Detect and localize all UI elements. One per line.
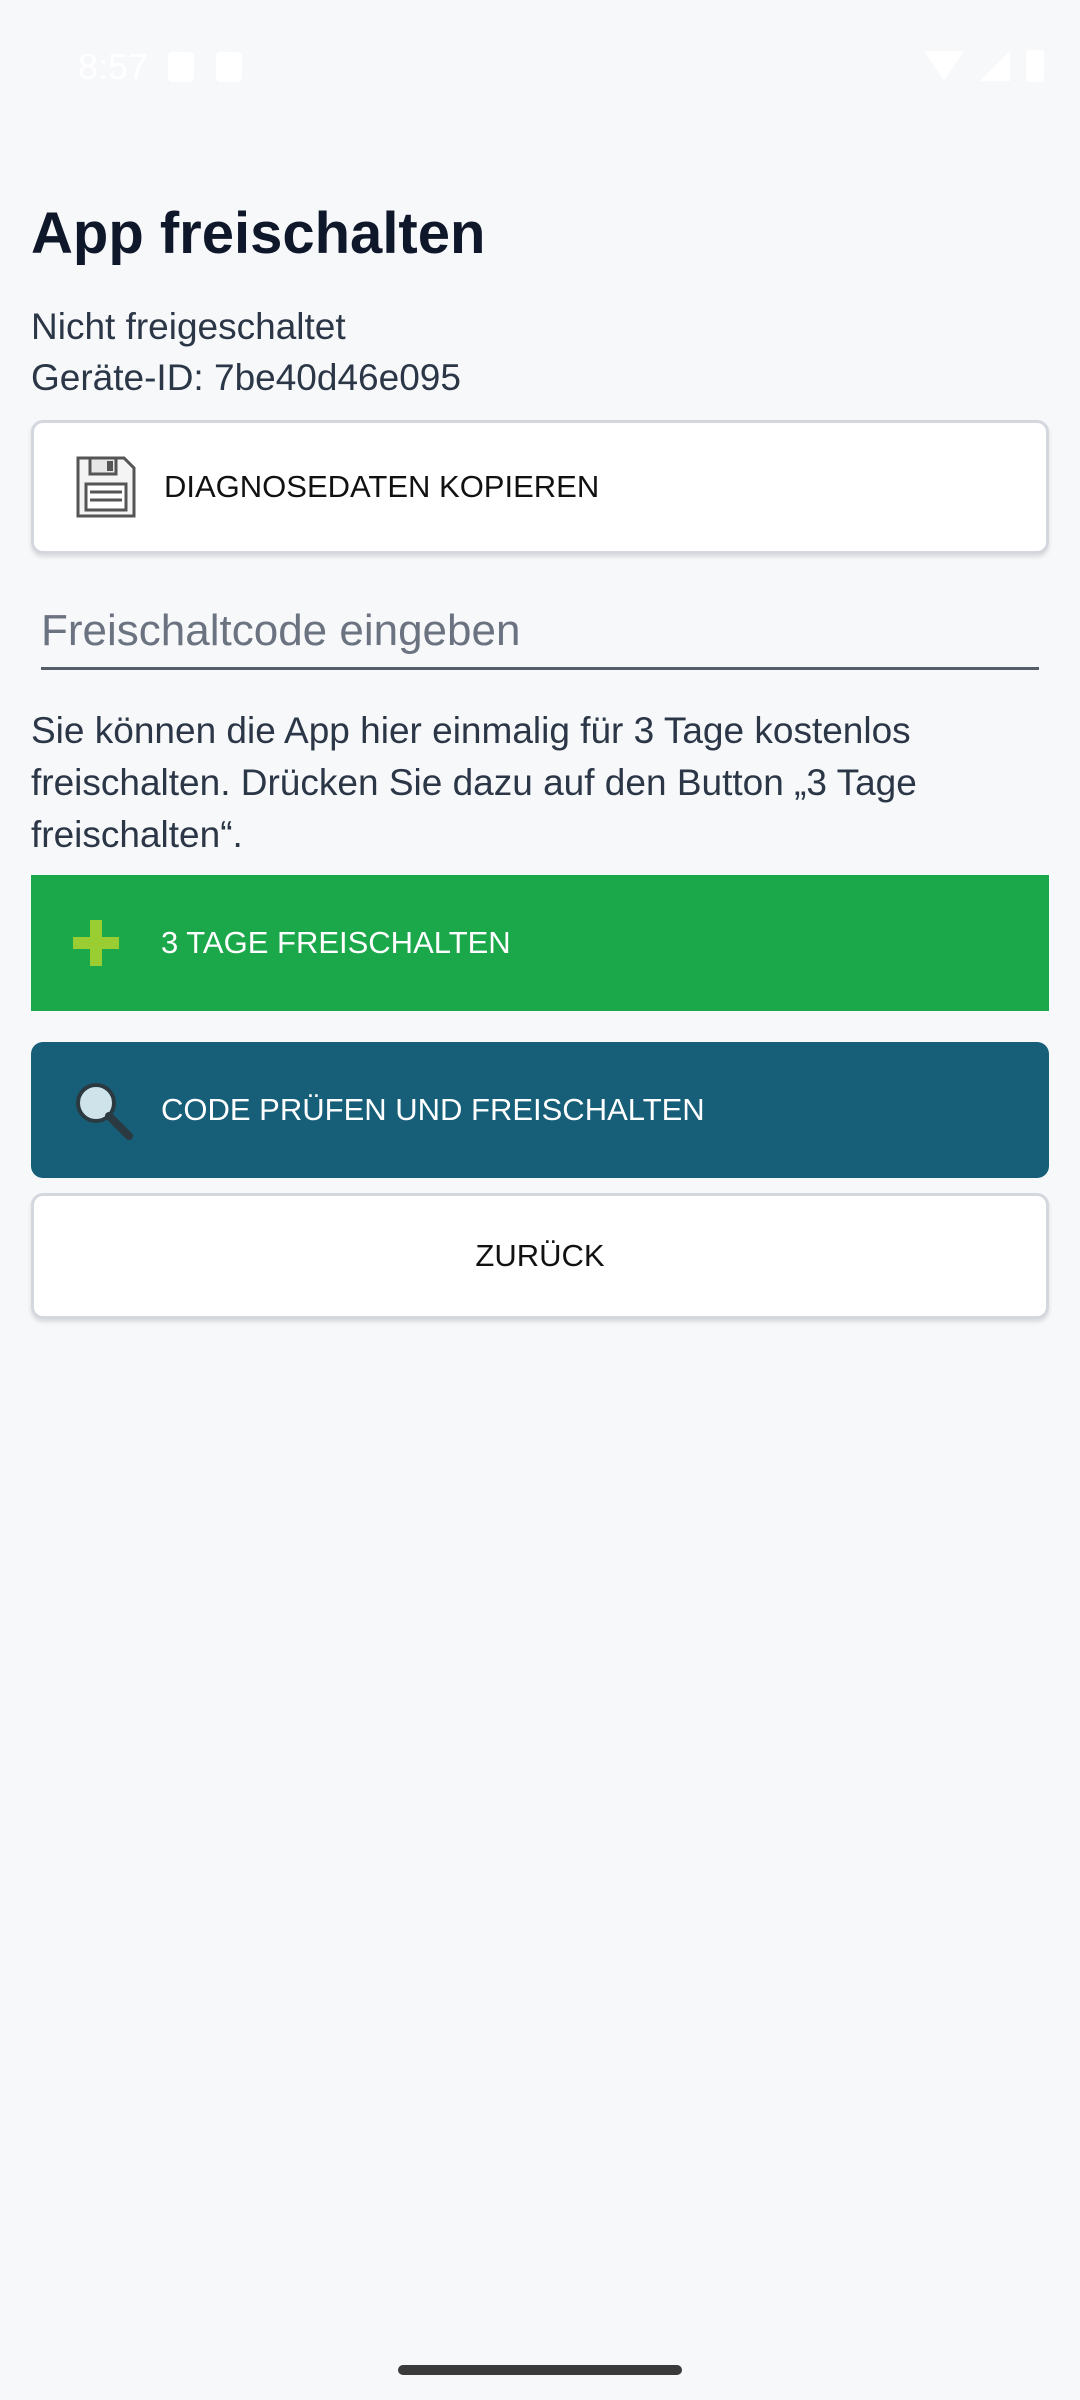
trial-unlock-label: 3 TAGE FREISCHALTEN bbox=[161, 925, 511, 960]
battery-icon bbox=[1026, 50, 1044, 82]
notification-icon bbox=[216, 52, 242, 82]
unlock-status: Nicht freigeschaltet bbox=[31, 306, 346, 347]
device-id: Geräte-ID: 7be40d46e095 bbox=[31, 357, 461, 398]
home-indicator[interactable] bbox=[398, 2365, 682, 2375]
unlock-code-input[interactable] bbox=[41, 595, 1039, 670]
magnifier-icon bbox=[71, 1078, 135, 1142]
page-title: App freischalten bbox=[31, 201, 486, 266]
back-button[interactable]: ZURÜCK bbox=[31, 1193, 1049, 1319]
back-label: ZURÜCK bbox=[475, 1238, 605, 1273]
notification-icons bbox=[168, 52, 242, 82]
trial-info-text: Sie können die App hier einmalig für 3 T… bbox=[31, 710, 917, 855]
wifi-icon bbox=[924, 51, 964, 81]
status-bar: 8:57 bbox=[0, 0, 1080, 130]
floppy-disk-icon bbox=[74, 454, 138, 520]
status-time: 8:57 bbox=[78, 46, 149, 87]
copy-diagnostics-button[interactable]: DIAGNOSEDATEN KOPIEREN bbox=[31, 420, 1049, 554]
check-code-label: CODE PRÜFEN UND FREISCHALTEN bbox=[161, 1092, 705, 1127]
signal-icon bbox=[980, 51, 1010, 81]
system-icons bbox=[924, 50, 1044, 82]
check-code-button[interactable]: CODE PRÜFEN UND FREISCHALTEN bbox=[31, 1042, 1049, 1178]
copy-diagnostics-label: DIAGNOSEDATEN KOPIEREN bbox=[164, 469, 600, 504]
sd-card-icon bbox=[168, 52, 194, 82]
plus-icon bbox=[71, 918, 121, 968]
trial-unlock-button[interactable]: 3 TAGE FREISCHALTEN bbox=[31, 875, 1049, 1011]
